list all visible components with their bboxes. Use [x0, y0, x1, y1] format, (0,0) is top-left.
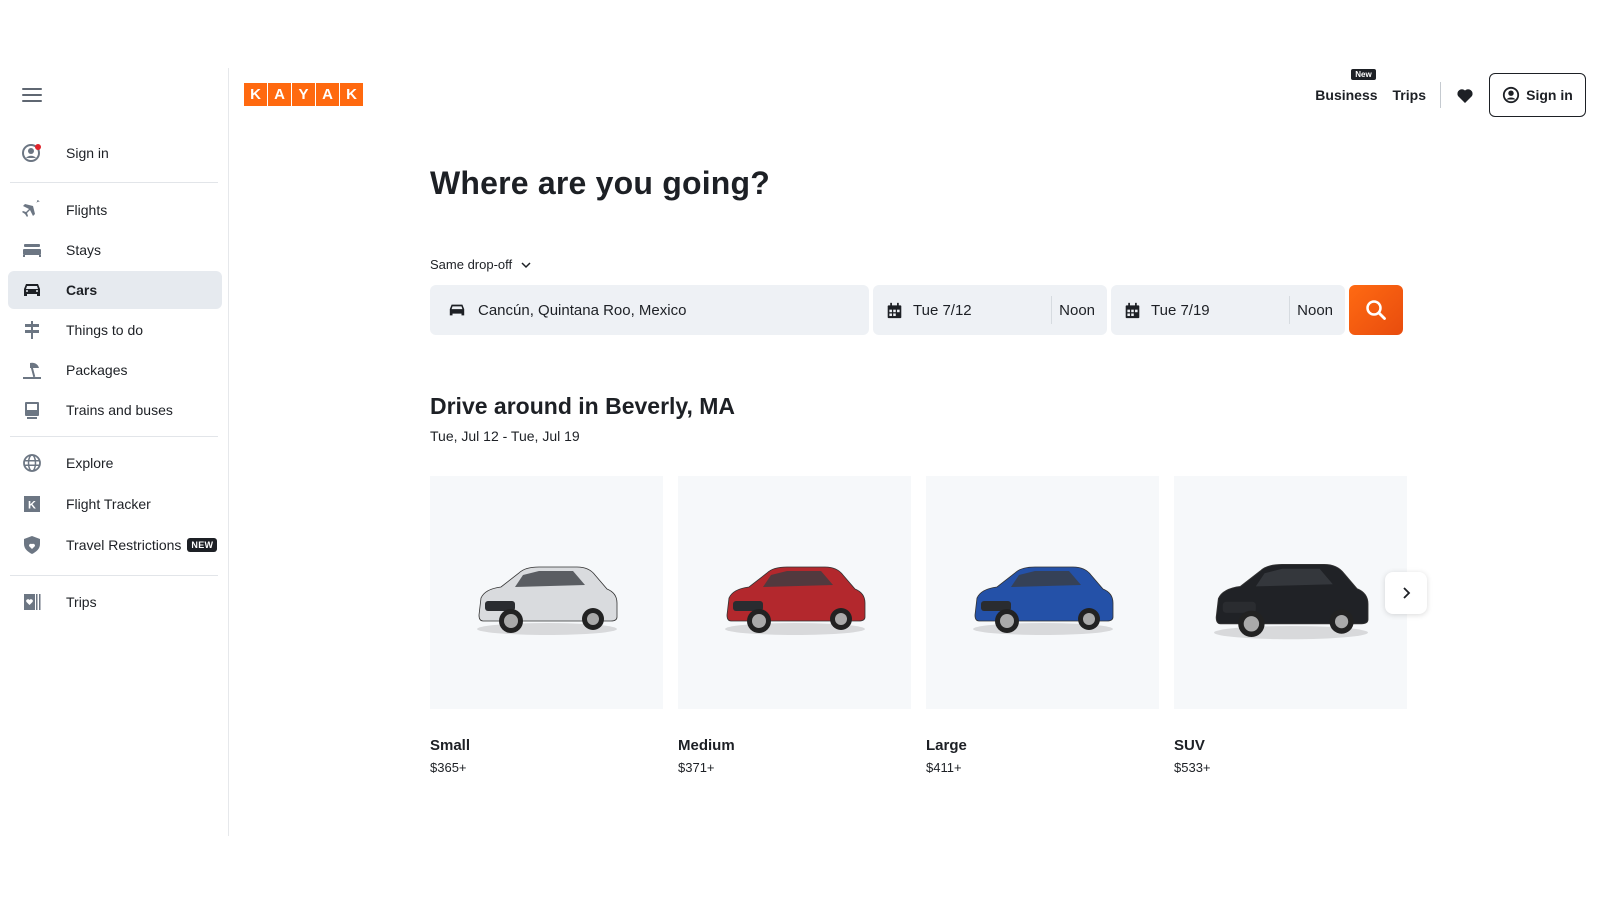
sidebar-item-label: Explore	[66, 455, 114, 471]
logo-letter: K	[244, 83, 267, 106]
car-class-price: $365+	[430, 760, 467, 775]
sign-in-button[interactable]: Sign in	[1489, 72, 1586, 117]
carousel-next-button[interactable]	[1385, 572, 1427, 614]
pickup-date: Tue 7/12	[913, 301, 972, 319]
pickup-date-field[interactable]: Tue 7/12 Noon	[873, 285, 1107, 335]
car-card-large[interactable]: Large $411+	[926, 476, 1159, 775]
dropoff-label: Same drop-off	[430, 257, 513, 272]
divider	[10, 436, 218, 437]
car-class-price: $371+	[678, 760, 715, 775]
car-image	[430, 476, 663, 709]
sidebar-item-cars[interactable]: Cars	[8, 271, 222, 309]
sidebar-item-things-to-do[interactable]: Things to do	[8, 311, 222, 349]
sidebar-item-label: Things to do	[66, 322, 144, 338]
section-dates: Tue, Jul 12 - Tue, Jul 19	[430, 428, 580, 444]
car-search-form: Cancún, Quintana Roo, Mexico Tue 7/12 No…	[430, 285, 1403, 335]
trips-link[interactable]: Trips	[1393, 87, 1426, 103]
car-class-price: $411+	[926, 760, 962, 775]
dropoff-date-field[interactable]: Tue 7/19 Noon	[1111, 285, 1345, 335]
new-badge: NEW	[187, 538, 218, 552]
car-image	[926, 476, 1159, 709]
sidebar-item-label: Stays	[66, 242, 102, 258]
business-link[interactable]: New Business	[1315, 68, 1378, 103]
car-class-name: Small	[430, 737, 471, 754]
sidebar: Sign in Flights Stays Cars Things to do …	[0, 68, 229, 836]
sidebar-item-label: Flight Tracker	[66, 496, 151, 512]
dropoff-time[interactable]: Noon	[1290, 302, 1345, 319]
sidebar-item-label: Trips	[66, 594, 97, 610]
calendar-icon	[1125, 302, 1140, 318]
sidebar-item-trips[interactable]: Trips	[8, 583, 222, 621]
page-title: Where are you going?	[430, 165, 771, 201]
k-tracker-icon: K	[8, 494, 56, 514]
kayak-logo[interactable]: K A Y A K	[244, 83, 363, 106]
pickup-time[interactable]: Noon	[1052, 302, 1107, 319]
business-label: Business	[1315, 86, 1378, 103]
medium-car-icon	[724, 566, 865, 635]
plane-icon	[8, 200, 56, 220]
top-nav: New Business Trips Sign in	[1315, 68, 1600, 117]
sidebar-item-explore[interactable]: Explore	[8, 444, 222, 482]
trips-icon	[8, 592, 56, 612]
car-image	[678, 476, 911, 709]
car-class-name: Medium	[678, 737, 735, 754]
shield-icon	[8, 535, 56, 555]
car-icon	[8, 280, 56, 300]
signpost-icon	[8, 320, 56, 340]
svg-text:K: K	[28, 500, 36, 512]
user-icon	[1503, 86, 1520, 103]
sidebar-item-label: Trains and buses	[66, 402, 173, 418]
location-input[interactable]: Cancún, Quintana Roo, Mexico	[430, 285, 869, 335]
sidebar-item-label: Flights	[66, 202, 108, 218]
beach-umbrella-icon	[8, 360, 56, 380]
sidebar-item-travel-restrictions[interactable]: Travel Restrictions NEW	[8, 526, 222, 564]
calendar-icon	[887, 302, 902, 318]
sidebar-item-flight-tracker[interactable]: K Flight Tracker	[8, 485, 222, 523]
car-card-medium[interactable]: Medium $371+	[678, 476, 911, 775]
train-icon	[8, 400, 56, 420]
divider	[10, 182, 218, 183]
car-card-small[interactable]: Small $365+	[430, 476, 663, 775]
car-class-name: SUV	[1174, 737, 1205, 754]
suv-car-icon	[1213, 563, 1368, 639]
car-image	[1174, 476, 1407, 709]
location-value: Cancún, Quintana Roo, Mexico	[478, 301, 687, 319]
car-class-carousel: Small $365+ Medium $371+ Large $411+ SUV…	[430, 476, 1407, 775]
sidebar-item-stays[interactable]: Stays	[8, 231, 222, 269]
logo-letter: Y	[292, 83, 315, 106]
car-card-suv[interactable]: SUV $533+	[1174, 476, 1407, 775]
heart-icon[interactable]	[1455, 85, 1475, 105]
divider	[10, 575, 218, 576]
user-notification-icon	[8, 143, 56, 163]
car-class-price: $533+	[1174, 760, 1211, 775]
search-icon	[1366, 300, 1386, 320]
sidebar-item-label: Packages	[66, 362, 128, 378]
chevron-down-icon	[521, 261, 531, 268]
car-icon	[449, 304, 465, 316]
logo-letter: K	[340, 83, 363, 106]
menu-icon[interactable]	[22, 88, 42, 104]
divider	[1440, 81, 1441, 108]
dropoff-selector[interactable]: Same drop-off	[430, 257, 532, 272]
small-car-icon	[476, 566, 617, 635]
sidebar-item-label: Travel Restrictions	[66, 537, 182, 553]
logo-letter: A	[316, 83, 339, 106]
sidebar-item-trains-and-buses[interactable]: Trains and buses	[8, 391, 222, 429]
sidebar-item-label: Sign in	[66, 145, 109, 161]
new-badge: New	[1351, 68, 1376, 80]
sidebar-item-sign-in[interactable]: Sign in	[8, 134, 222, 172]
bed-icon	[8, 240, 56, 260]
sidebar-item-flights[interactable]: Flights	[8, 191, 222, 229]
search-button[interactable]	[1349, 285, 1403, 335]
logo-letter: A	[268, 83, 291, 106]
sidebar-item-label: Cars	[66, 282, 98, 298]
sidebar-item-packages[interactable]: Packages	[8, 351, 222, 389]
globe-icon	[8, 453, 56, 473]
chevron-right-icon	[1403, 587, 1411, 599]
large-car-icon	[972, 566, 1113, 635]
car-class-name: Large	[926, 737, 967, 754]
sign-in-label: Sign in	[1526, 86, 1573, 103]
dropoff-date: Tue 7/19	[1151, 301, 1210, 319]
section-title: Drive around in Beverly, MA	[430, 393, 736, 419]
